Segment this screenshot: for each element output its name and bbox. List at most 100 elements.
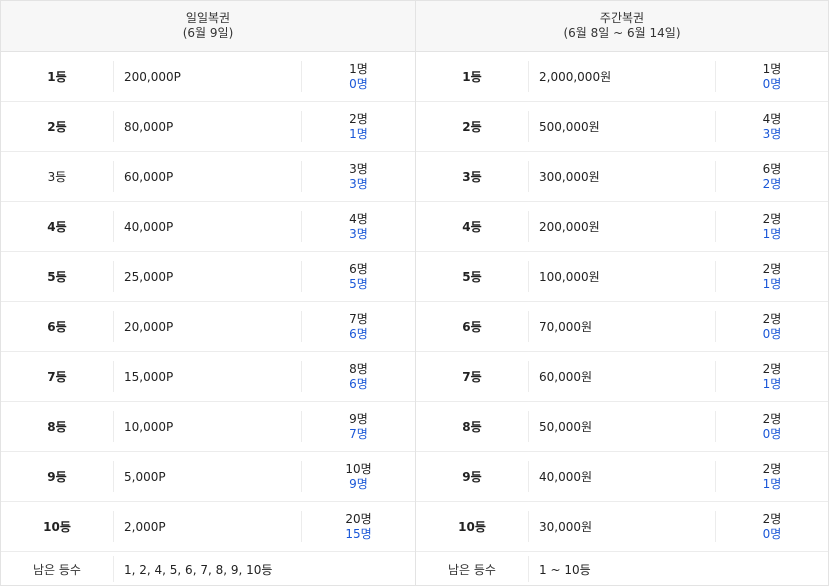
- total-winners: 2명: [762, 311, 782, 326]
- rank-label: 9등: [462, 470, 482, 484]
- table-row: 7등 15,000P 8명 6명: [1, 352, 415, 402]
- weekly-rank-rows: 1등 2,000,000원 1명 0명 2등 500,000원 4명 3명 3등 300,000원…: [416, 52, 828, 551]
- weekly-lottery-title: 주간복권: [599, 11, 645, 25]
- remaining-winners: 1명: [762, 476, 782, 491]
- remaining-winners: 2명: [762, 176, 782, 191]
- remaining-winners: 1명: [762, 226, 782, 241]
- remaining-winners: 7명: [349, 426, 368, 441]
- remaining-winners: 9명: [349, 476, 368, 491]
- remaining-winners: 1명: [762, 376, 782, 391]
- winner-count: 9명 7명: [301, 411, 415, 442]
- daily-remaining-ranks: 남은 등수 1, 2, 4, 5, 6, 7, 8, 9, 10등: [1, 551, 415, 586]
- rank-label: 7등: [47, 370, 67, 384]
- remaining-winners: 0명: [762, 426, 782, 441]
- winner-count: 20명 15명: [301, 511, 415, 542]
- remaining-winners: 0명: [762, 326, 782, 341]
- winner-count: 7명 6명: [301, 311, 415, 342]
- total-winners: 2명: [762, 211, 782, 226]
- remaining-winners: 0명: [762, 526, 782, 541]
- prize-amount: 2,000P: [113, 511, 301, 542]
- rank-label: 8등: [462, 420, 482, 434]
- remaining-winners: 3명: [349, 226, 368, 241]
- winner-count: 2명 1명: [715, 461, 828, 492]
- table-row: 4등 200,000원 2명 1명: [416, 202, 828, 252]
- table-row: 7등 60,000원 2명 1명: [416, 352, 828, 402]
- winner-count: 3명 3명: [301, 161, 415, 192]
- total-winners: 1명: [762, 61, 782, 76]
- prize-amount: 300,000원: [528, 161, 715, 192]
- daily-remaining-label: 남은 등수: [33, 562, 81, 577]
- remaining-winners: 0명: [349, 76, 368, 91]
- total-winners: 2명: [762, 261, 782, 276]
- weekly-remaining-ranks: 남은 등수 1 ~ 10등: [416, 551, 828, 586]
- prize-amount: 10,000P: [113, 411, 301, 442]
- total-winners: 4명: [762, 111, 782, 126]
- rank-label: 8등: [47, 420, 67, 434]
- remaining-winners: 1명: [762, 276, 782, 291]
- table-row: 4등 40,000P 4명 3명: [1, 202, 415, 252]
- winner-count: 4명 3명: [301, 211, 415, 242]
- remaining-winners: 1명: [349, 126, 368, 141]
- rank-label: 10등: [43, 520, 71, 534]
- rank-label: 5등: [47, 270, 67, 284]
- prize-amount: 200,000원: [528, 211, 715, 242]
- total-winners: 2명: [762, 461, 782, 476]
- total-winners: 9명: [349, 411, 368, 426]
- daily-lottery-title: 일일복권: [185, 11, 231, 25]
- weekly-lottery-panel: 주간복권 (6월 8일 ~ 6월 14일) 1등 2,000,000원 1명 0명 2등…: [415, 1, 828, 585]
- total-winners: 2명: [349, 111, 368, 126]
- prize-amount: 60,000원: [528, 361, 715, 392]
- total-winners: 7명: [349, 311, 368, 326]
- total-winners: 4명: [349, 211, 368, 226]
- table-row: 5등 100,000원 2명 1명: [416, 252, 828, 302]
- table-row: 3등 300,000원 6명 2명: [416, 152, 828, 202]
- winner-count: 4명 3명: [715, 111, 828, 142]
- total-winners: 2명: [762, 361, 782, 376]
- table-row: 8등 10,000P 9명 7명: [1, 402, 415, 452]
- total-winners: 1명: [349, 61, 368, 76]
- winner-count: 10명 9명: [301, 461, 415, 492]
- table-row: 5등 25,000P 6명 5명: [1, 252, 415, 302]
- daily-lottery-panel: 일일복권 (6월 9일) 1등 200,000P 1명 0명 2등 80,000P 2명 1명…: [1, 1, 415, 585]
- rank-label: 3등: [47, 170, 67, 184]
- remaining-winners: 3명: [762, 126, 782, 141]
- weekly-lottery-header: 주간복권 (6월 8일 ~ 6월 14일): [416, 1, 828, 52]
- table-row: 2등 500,000원 4명 3명: [416, 102, 828, 152]
- table-row: 9등 5,000P 10명 9명: [1, 452, 415, 502]
- total-winners: 20명: [345, 511, 372, 526]
- table-row: 6등 70,000원 2명 0명: [416, 302, 828, 352]
- winner-count: 1명 0명: [301, 61, 415, 92]
- table-row: 2등 80,000P 2명 1명: [1, 102, 415, 152]
- rank-label: 10등: [458, 520, 486, 534]
- winner-count: 6명 2명: [715, 161, 828, 192]
- prize-amount: 50,000원: [528, 411, 715, 442]
- rank-label: 4등: [47, 220, 67, 234]
- total-winners: 6명: [349, 261, 368, 276]
- prize-amount: 40,000P: [113, 211, 301, 242]
- daily-remaining-value: 1, 2, 4, 5, 6, 7, 8, 9, 10등: [113, 556, 415, 582]
- table-row: 10등 30,000원 2명 0명: [416, 502, 828, 551]
- prize-amount: 20,000P: [113, 311, 301, 342]
- prize-amount: 40,000원: [528, 461, 715, 492]
- lottery-results-table: 일일복권 (6월 9일) 1등 200,000P 1명 0명 2등 80,000P 2명 1명…: [0, 0, 829, 586]
- daily-rank-rows: 1등 200,000P 1명 0명 2등 80,000P 2명 1명 3등 60,000P 3명 3명…: [1, 52, 415, 551]
- prize-amount: 5,000P: [113, 461, 301, 492]
- total-winners: 2명: [762, 511, 782, 526]
- remaining-winners: 5명: [349, 276, 368, 291]
- total-winners: 3명: [349, 161, 368, 176]
- total-winners: 10명: [345, 461, 372, 476]
- prize-amount: 200,000P: [113, 61, 301, 92]
- table-row: 1등 200,000P 1명 0명: [1, 52, 415, 102]
- prize-amount: 25,000P: [113, 261, 301, 292]
- rank-label: 6등: [462, 320, 482, 334]
- daily-lottery-date: (6월 9일): [182, 26, 234, 40]
- table-row: 8등 50,000원 2명 0명: [416, 402, 828, 452]
- remaining-winners: 6명: [349, 376, 368, 391]
- rank-label: 3등: [462, 170, 482, 184]
- winner-count: 2명 0명: [715, 311, 828, 342]
- weekly-remaining-value: 1 ~ 10등: [528, 556, 828, 582]
- winner-count: 2명 0명: [715, 511, 828, 542]
- winner-count: 2명 1명: [301, 111, 415, 142]
- prize-amount: 2,000,000원: [528, 61, 715, 92]
- rank-label: 6등: [47, 320, 67, 334]
